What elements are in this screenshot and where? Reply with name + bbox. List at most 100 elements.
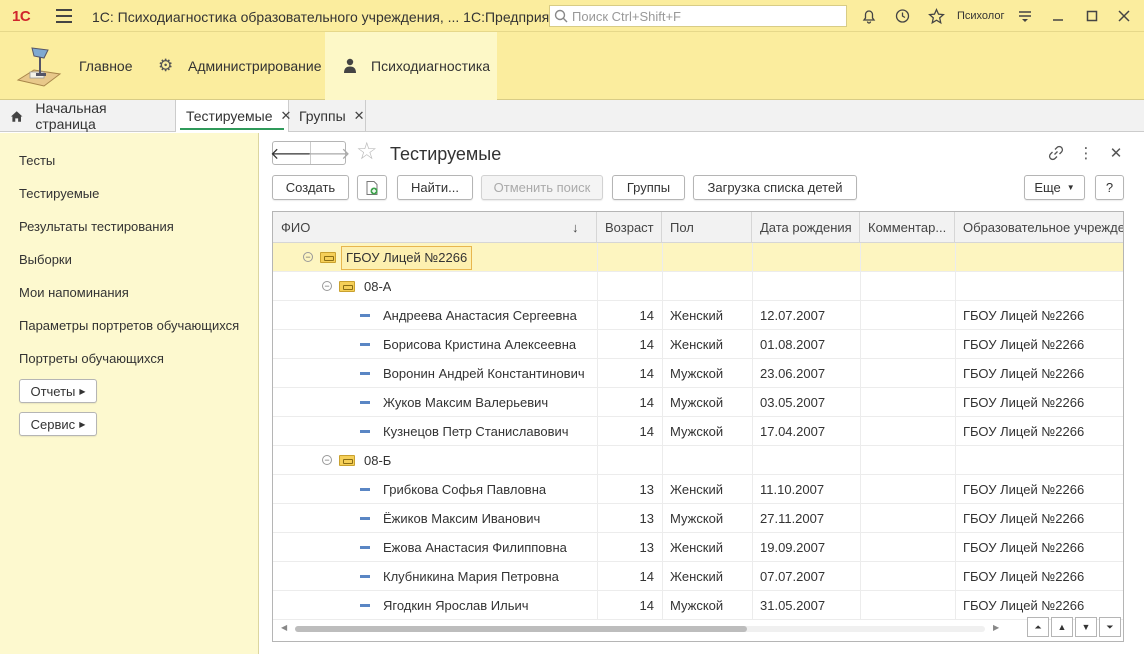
cell-divider bbox=[955, 243, 956, 272]
settings-menu-icon[interactable] bbox=[1015, 6, 1035, 26]
cell-age: 14 bbox=[639, 366, 654, 381]
table-row[interactable]: Грибкова Софья Павловна 13 Женский 11.10.20… bbox=[273, 475, 1123, 504]
create-copy-button[interactable] bbox=[357, 175, 387, 200]
maximize-icon[interactable] bbox=[1082, 6, 1102, 26]
main-menu-icon[interactable] bbox=[56, 9, 72, 23]
table-row[interactable]: Кузнецов Петр Станиславович 14 Мужской 17.0… bbox=[273, 417, 1123, 446]
tab-testees[interactable]: Тестируемые ✕ bbox=[176, 100, 291, 132]
close-icon[interactable]: ✕ bbox=[1106, 143, 1126, 163]
groups-button[interactable]: Группы bbox=[612, 175, 685, 200]
cell-divider bbox=[955, 475, 956, 504]
cell-divider bbox=[752, 446, 753, 475]
global-search[interactable] bbox=[549, 5, 847, 27]
horizontal-scrollbar[interactable]: ◀ ▶ bbox=[281, 622, 1001, 634]
cell-age: 14 bbox=[639, 395, 654, 410]
desk-lamp-icon bbox=[16, 47, 62, 87]
tab-groups[interactable]: Группы ✕ bbox=[289, 100, 366, 132]
cell-birthdate: 17.04.2007 bbox=[760, 424, 826, 439]
load-children-list-button[interactable]: Загрузка списка детей bbox=[693, 175, 857, 200]
scroll-thumb[interactable] bbox=[295, 626, 747, 632]
add-to-favorites-star-icon[interactable]: ☆ bbox=[356, 140, 378, 164]
item-icon bbox=[360, 343, 370, 346]
section-psychodiagnostics[interactable]: Психодиагностика bbox=[325, 32, 497, 100]
back-arrow-icon[interactable]: 🡐 bbox=[270, 142, 313, 164]
user-name[interactable]: Психолог bbox=[957, 10, 1004, 22]
cell-divider bbox=[955, 301, 956, 330]
find-button[interactable]: Найти... bbox=[397, 175, 473, 200]
section-main[interactable]: Главное bbox=[0, 32, 145, 100]
table-row[interactable]: Клубникина Мария Петровна 14 Женский 07.07.… bbox=[273, 562, 1123, 591]
nav-item-samples[interactable]: Выборки bbox=[19, 252, 72, 267]
cell-organization: ГБОУ Лицей №2266 bbox=[963, 569, 1085, 584]
scroll-to-bottom-button[interactable]: ⏷ bbox=[1099, 617, 1121, 637]
section-admin[interactable]: ⚙ Администрирование bbox=[145, 32, 325, 100]
cell-divider bbox=[752, 330, 753, 359]
chevron-right-icon: ▶ bbox=[79, 386, 86, 396]
group-row-root[interactable]: − ГБОУ Лицей №2266 bbox=[273, 243, 1123, 272]
tab-home[interactable]: Начальная страница bbox=[0, 100, 176, 132]
more-button[interactable]: Еще ▼ bbox=[1024, 175, 1085, 200]
tab-testees-label: Тестируемые bbox=[186, 108, 273, 124]
title-bar: 1С 1С: Психодиагностика образовательного… bbox=[0, 0, 1144, 32]
table-row[interactable]: Ягодкин Ярослав Ильич 14 Мужской 31.05.2007… bbox=[273, 591, 1123, 620]
page-down-button[interactable]: ▼ bbox=[1075, 617, 1097, 637]
table-row[interactable]: Борисова Кристина Алексеевна 14 Женский 01.… bbox=[273, 330, 1123, 359]
cell-divider bbox=[597, 272, 598, 301]
minimize-icon[interactable] bbox=[1048, 6, 1068, 26]
cell-divider bbox=[662, 301, 663, 330]
cell-divider bbox=[955, 533, 956, 562]
section-admin-label: Администрирование bbox=[188, 58, 322, 74]
cell-divider bbox=[860, 562, 861, 591]
table-row[interactable]: Жуков Максим Валерьевич 14 Мужской 03.05.20… bbox=[273, 388, 1123, 417]
service-button[interactable]: Сервис ▶ bbox=[19, 412, 97, 436]
open-windows-bar: Начальная страница Тестируемые ✕ Группы … bbox=[0, 100, 1144, 132]
cell-divider bbox=[662, 359, 663, 388]
nav-item-tests[interactable]: Тесты bbox=[19, 153, 55, 168]
cell-divider bbox=[955, 591, 956, 620]
scroll-left-icon[interactable]: ◀ bbox=[281, 622, 287, 634]
link-icon[interactable] bbox=[1046, 143, 1066, 163]
column-header-age[interactable]: Возраст bbox=[597, 212, 662, 243]
cell-sex: Женский bbox=[670, 569, 723, 584]
nav-item-results[interactable]: Результаты тестирования bbox=[19, 219, 174, 234]
group-row[interactable]: − 08-Б bbox=[273, 446, 1123, 475]
item-icon bbox=[360, 430, 370, 433]
cancel-search-button[interactable]: Отменить поиск bbox=[481, 175, 603, 200]
cell-divider bbox=[860, 591, 861, 620]
nav-item-portrait-params[interactable]: Параметры портретов обучающихся bbox=[19, 318, 239, 333]
column-header-birthdate[interactable]: Дата рождения bbox=[752, 212, 860, 243]
scroll-to-top-button[interactable]: ⏶ bbox=[1027, 617, 1049, 637]
page-up-button[interactable]: ▲ bbox=[1051, 617, 1073, 637]
table-row[interactable]: Ежова Анастасия Филипповна 13 Женский 19.09… bbox=[273, 533, 1123, 562]
item-icon bbox=[360, 314, 370, 317]
nav-item-reminders[interactable]: Мои напоминания bbox=[19, 285, 129, 300]
more-vertical-icon[interactable]: ⋮ bbox=[1076, 143, 1096, 163]
cell-sex: Женский bbox=[670, 482, 723, 497]
cell-divider bbox=[860, 446, 861, 475]
cell-birthdate: 27.11.2007 bbox=[760, 511, 825, 526]
scroll-right-icon[interactable]: ▶ bbox=[993, 622, 999, 634]
column-header-comment[interactable]: Комментар... bbox=[860, 212, 955, 243]
close-window-icon[interactable] bbox=[1114, 6, 1134, 26]
reports-button[interactable]: Отчеты ▶ bbox=[19, 379, 97, 403]
help-button[interactable]: ? bbox=[1095, 175, 1124, 200]
create-button[interactable]: Создать bbox=[272, 175, 349, 200]
forward-arrow-icon[interactable]: 🡒 bbox=[308, 142, 350, 164]
favorites-star-icon[interactable] bbox=[926, 6, 946, 26]
table-row[interactable]: Воронин Андрей Константинович 14 Мужской 23… bbox=[273, 359, 1123, 388]
column-header-sex[interactable]: Пол bbox=[662, 212, 752, 243]
search-input[interactable] bbox=[572, 8, 832, 24]
cell-birthdate: 12.07.2007 bbox=[760, 308, 826, 323]
nav-item-portraits[interactable]: Портреты обучающихся bbox=[19, 351, 164, 366]
close-icon[interactable]: ✕ bbox=[354, 108, 365, 124]
person-icon bbox=[344, 58, 356, 73]
bell-icon[interactable] bbox=[859, 6, 879, 26]
column-header-fio[interactable]: ФИО ↓ bbox=[273, 212, 597, 243]
nav-item-testees[interactable]: Тестируемые bbox=[19, 186, 99, 201]
testees-form: 🡐 🡒 ☆ Тестируемые ⋮ ✕ Создать Найти... О… bbox=[260, 133, 1144, 654]
group-row[interactable]: − 08-А bbox=[273, 272, 1123, 301]
column-header-organization[interactable]: Образовательное учрежде... bbox=[955, 212, 1123, 243]
table-row[interactable]: Ёжиков Максим Иванович 13 Мужской 27.11.200… bbox=[273, 504, 1123, 533]
table-row[interactable]: Андреева Анастасия Сергеевна 14 Женский 12.… bbox=[273, 301, 1123, 330]
history-icon[interactable] bbox=[892, 6, 912, 26]
